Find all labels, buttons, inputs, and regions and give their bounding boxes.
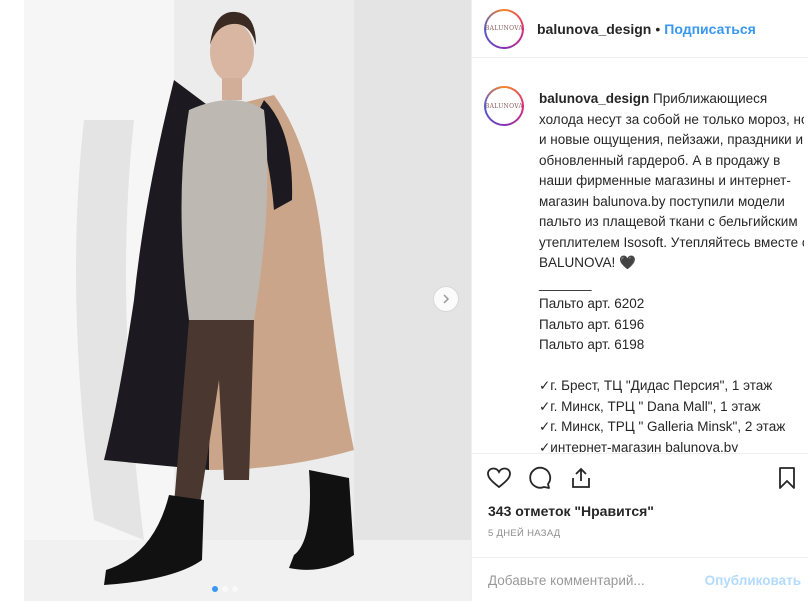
- action-bar: [472, 453, 808, 503]
- chevron-right-icon: [443, 294, 450, 304]
- share-icon[interactable]: [568, 466, 594, 490]
- post-side-panel: BALUNOVA balunova_design • Подписаться B…: [471, 0, 808, 601]
- publish-button[interactable]: Опубликовать: [705, 573, 801, 588]
- post-date[interactable]: 5 ДНЕЙ НАЗАД: [488, 528, 561, 539]
- comment-icon[interactable]: [527, 466, 553, 490]
- comment-bar: Добавьте комментарий... Опубликовать: [472, 557, 808, 601]
- avatar-inner: BALUNOVA: [484, 10, 524, 47]
- heart-icon[interactable]: [486, 466, 512, 490]
- likes-count[interactable]: 343 отметок "Нравится": [488, 503, 654, 519]
- avatar-logo-text: BALUNOVA: [484, 25, 524, 32]
- post-photo[interactable]: [24, 0, 471, 601]
- caption-avatar-logo-text: BALUNOVA: [484, 102, 524, 110]
- separator-dot: •: [655, 20, 661, 37]
- avatar[interactable]: BALUNOVA: [484, 8, 524, 49]
- left-gutter: [0, 0, 24, 601]
- next-photo-button[interactable]: [433, 286, 459, 312]
- post-header: BALUNOVA balunova_design • Подписаться: [472, 0, 808, 58]
- carousel-dots: [212, 586, 238, 592]
- caption-body: Приближающиеся холода несут за собой не …: [539, 91, 804, 452]
- caption-username[interactable]: balunova_design: [539, 91, 649, 106]
- comment-input[interactable]: Добавьте комментарий...: [488, 573, 645, 588]
- caption-area: BALUNOVA balunova_design Приближающиеся …: [484, 80, 804, 452]
- follow-button[interactable]: Подписаться: [664, 21, 756, 37]
- carousel-dot: [232, 586, 238, 592]
- username-link[interactable]: balunova_design: [537, 21, 651, 37]
- caption-text: balunova_design Приближающиеся холода не…: [539, 89, 804, 452]
- bookmark-icon[interactable]: [776, 466, 798, 490]
- caption-avatar-inner: BALUNOVA: [484, 88, 524, 124]
- carousel-dot: [222, 586, 228, 592]
- photo-illustration: [24, 0, 471, 601]
- carousel-dot-active: [212, 586, 218, 592]
- caption-avatar[interactable]: BALUNOVA: [484, 86, 524, 126]
